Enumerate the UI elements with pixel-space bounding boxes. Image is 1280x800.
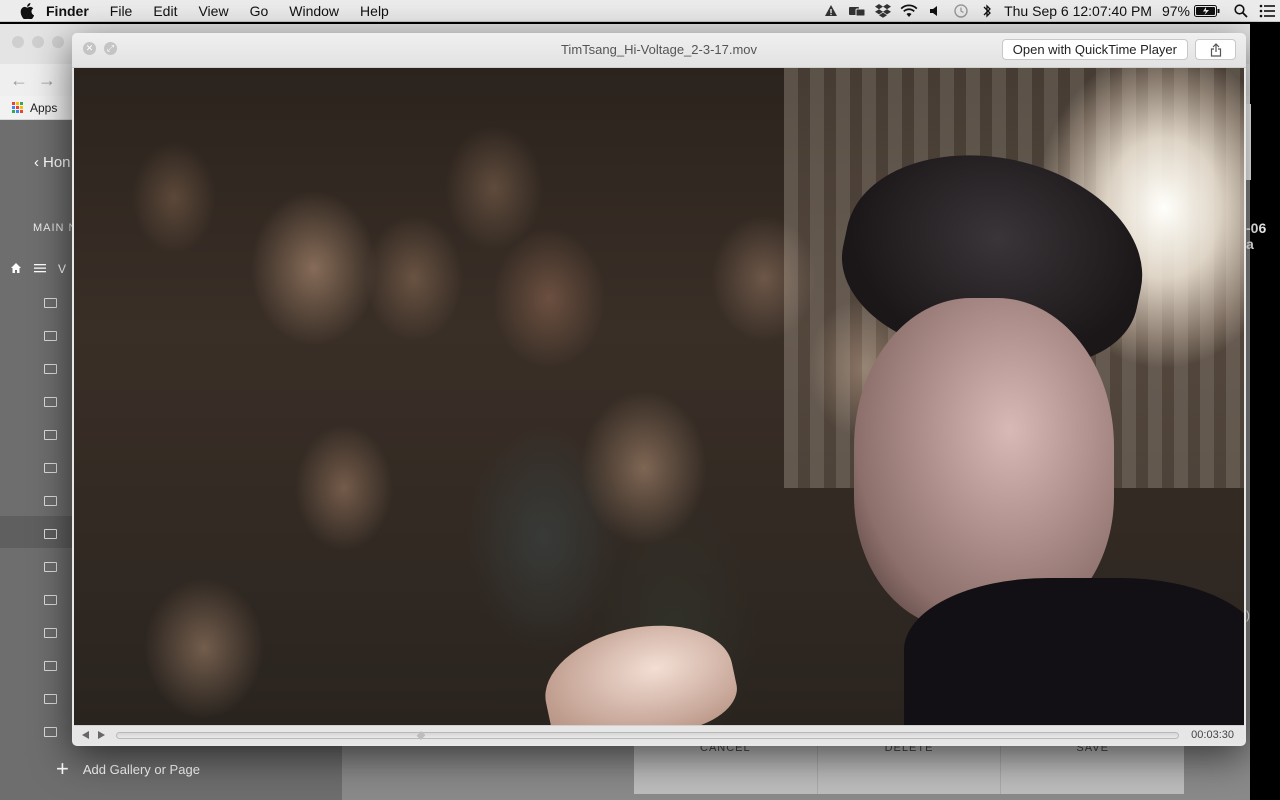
list-item[interactable] <box>44 418 74 451</box>
menu-file[interactable]: File <box>110 3 133 19</box>
volume-icon[interactable] <box>922 0 948 22</box>
image-icon <box>44 462 57 473</box>
dropbox-icon[interactable] <box>870 0 896 22</box>
home-link-label: Hon <box>43 154 71 171</box>
video-frame[interactable] <box>74 68 1244 725</box>
add-gallery-label: Add Gallery or Page <box>82 761 200 777</box>
menu-window[interactable]: Window <box>289 3 339 19</box>
alert-icon[interactable] <box>818 0 844 22</box>
list-item[interactable] <box>44 352 74 385</box>
menu-help[interactable]: Help <box>360 3 389 19</box>
battery-status[interactable]: 97% <box>1162 3 1220 19</box>
performer-body <box>904 578 1244 725</box>
image-icon <box>44 726 57 737</box>
gallery-item-list <box>44 286 74 748</box>
sidebar-section-label: MAIN N <box>33 222 78 234</box>
notification-center-icon[interactable] <box>1254 0 1280 22</box>
menu-app-name[interactable]: Finder <box>46 3 89 19</box>
share-button[interactable] <box>1195 39 1236 60</box>
add-gallery-button[interactable]: + Add Gallery or Page <box>56 758 200 780</box>
list-item[interactable] <box>44 649 74 682</box>
image-icon <box>44 693 57 704</box>
clipped-edge-text: ) <box>1246 608 1250 622</box>
clipped-edge-text: -06 a <box>1246 220 1267 252</box>
chevron-left-icon: ‹ <box>34 154 39 171</box>
list-item[interactable] <box>44 385 74 418</box>
browser-nav-buttons: ← → <box>10 70 56 91</box>
step-back-icon[interactable] <box>82 731 89 739</box>
status-menu-area: Thu Sep 6 12:07:40 PM 97% <box>818 0 1280 22</box>
list-item[interactable] <box>44 451 74 484</box>
menu-clock[interactable]: Thu Sep 6 12:07:40 PM <box>1004 3 1152 19</box>
image-icon <box>44 627 57 638</box>
menu-bar: Finder File Edit View Go Window Help Thu… <box>0 0 1280 22</box>
bookmark-apps[interactable]: Apps <box>30 101 57 115</box>
play-icon[interactable] <box>98 731 105 739</box>
wifi-icon[interactable] <box>896 0 922 22</box>
list-item[interactable] <box>44 682 74 715</box>
image-icon <box>44 660 57 671</box>
menu-view[interactable]: View <box>198 3 228 19</box>
menu-go[interactable]: Go <box>250 3 269 19</box>
close-window-icon[interactable] <box>12 36 24 48</box>
apps-grid-icon <box>12 101 24 114</box>
image-icon <box>44 528 57 539</box>
list-item[interactable] <box>44 715 74 748</box>
cloud-drive-icon[interactable] <box>844 0 870 22</box>
back-arrow-icon[interactable]: ← <box>10 70 28 91</box>
list-item[interactable] <box>44 517 74 550</box>
sidebar-nav-glyph: V <box>58 262 67 276</box>
menu-edit[interactable]: Edit <box>153 3 177 19</box>
apple-menu-icon[interactable] <box>20 2 34 19</box>
image-icon <box>44 297 57 308</box>
list-item[interactable] <box>44 286 74 319</box>
minimize-window-icon[interactable] <box>32 36 44 48</box>
image-icon <box>44 495 57 506</box>
list-item[interactable] <box>44 616 74 649</box>
list-item[interactable] <box>44 550 74 583</box>
image-icon <box>44 561 57 572</box>
forward-arrow-icon[interactable]: → <box>38 70 56 91</box>
scrubber-track[interactable] <box>116 730 1179 741</box>
home-link[interactable]: ‹ Hon <box>34 154 71 171</box>
bluetooth-icon[interactable] <box>974 0 1000 22</box>
quick-look-window: ✕ ⤢ TimTsang_Hi-Voltage_2-3-17.mov Open … <box>72 33 1246 746</box>
time-machine-icon[interactable] <box>948 0 974 22</box>
battery-percent: 97% <box>1161 3 1190 19</box>
quick-look-titlebar: ✕ ⤢ TimTsang_Hi-Voltage_2-3-17.mov Open … <box>72 33 1246 68</box>
home-icon[interactable] <box>10 262 22 277</box>
spotlight-search-icon[interactable] <box>1228 0 1254 22</box>
list-item[interactable] <box>44 583 74 616</box>
sidebar-row: V <box>10 262 66 277</box>
image-icon <box>44 363 57 374</box>
image-icon <box>44 594 57 605</box>
open-with-quicktime-button[interactable]: Open with QuickTime Player <box>1001 39 1188 60</box>
image-icon <box>44 429 57 440</box>
list-item[interactable] <box>44 484 74 517</box>
playback-time: 00:03:30 <box>1191 729 1234 741</box>
plus-icon: + <box>56 756 69 781</box>
battery-icon <box>1194 5 1220 17</box>
image-icon <box>44 330 57 341</box>
list-icon[interactable] <box>34 262 46 277</box>
list-item[interactable] <box>44 319 74 352</box>
browser-window-controls <box>12 36 64 48</box>
zoom-window-icon[interactable] <box>52 36 64 48</box>
playhead-handle[interactable] <box>416 730 426 741</box>
image-icon <box>44 396 57 407</box>
share-icon <box>1210 42 1221 57</box>
playback-controls: 00:03:30 <box>74 725 1244 744</box>
